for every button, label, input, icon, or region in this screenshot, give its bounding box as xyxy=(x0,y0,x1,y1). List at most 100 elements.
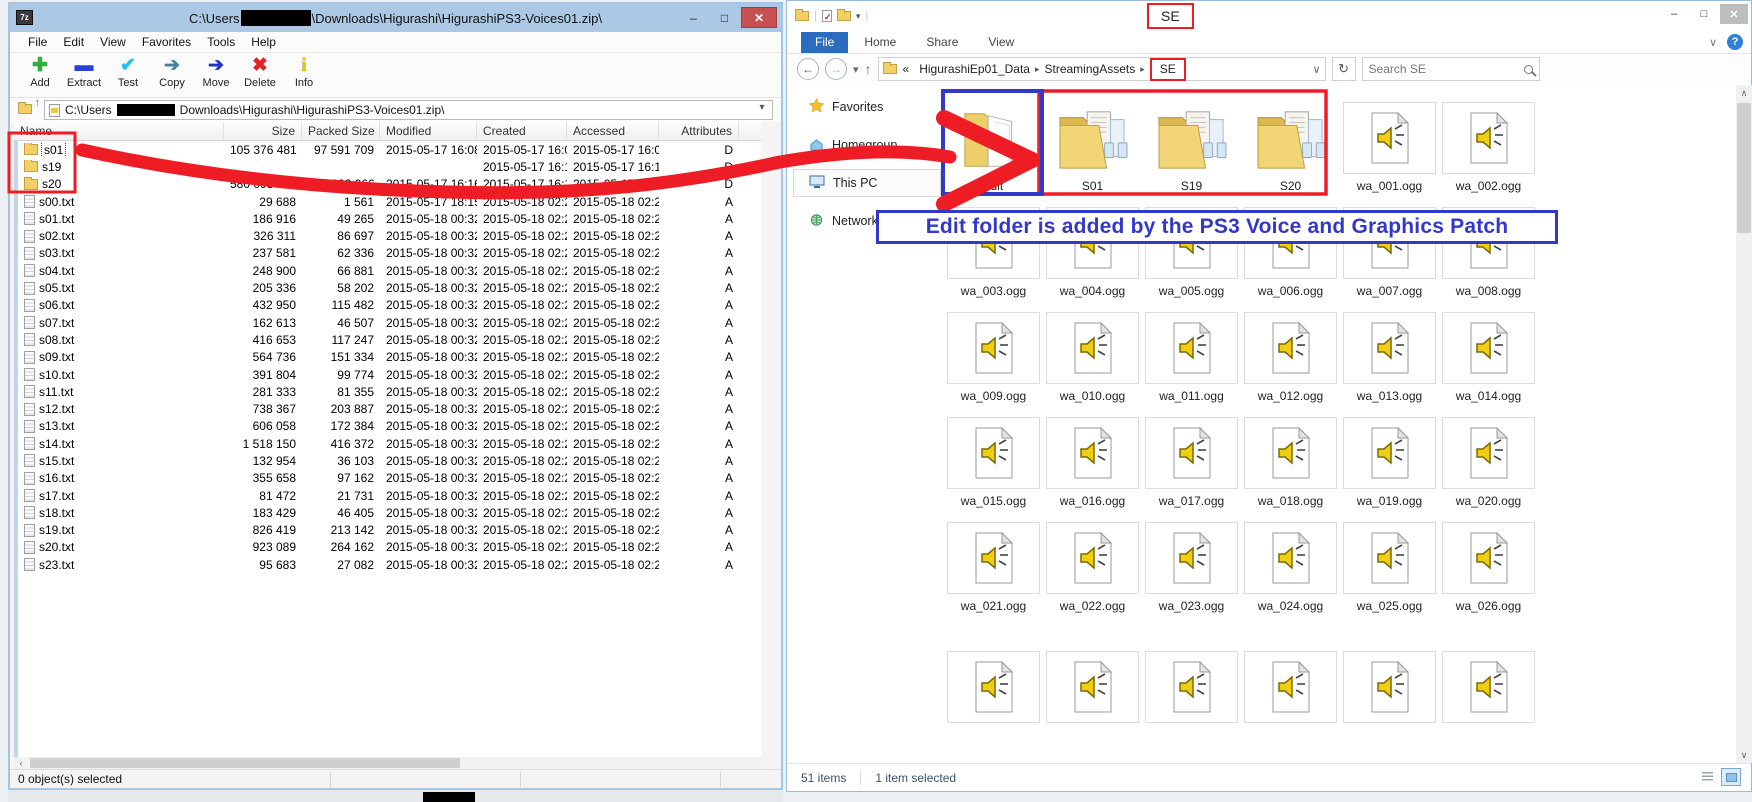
close-button[interactable]: ✕ xyxy=(1720,4,1748,24)
menu-item-help[interactable]: Help xyxy=(243,33,284,51)
table-row[interactable]: s09.txt564 736151 3342015-05-18 00:32201… xyxy=(18,349,761,366)
table-row[interactable]: s01105 376 48197 591 7092015-05-17 16:08… xyxy=(18,141,761,158)
recent-locations-icon[interactable]: ▾ xyxy=(853,63,859,76)
file-tile[interactable] xyxy=(1342,641,1437,723)
maximize-button[interactable]: □ xyxy=(1690,4,1718,24)
table-row[interactable]: s20580 093 725543 383 9662015-05-17 16:1… xyxy=(18,176,761,193)
sidebar-item-homegroup[interactable]: Homegroup xyxy=(809,135,897,155)
minimize-button[interactable]: – xyxy=(679,7,708,28)
table-row[interactable]: s23.txt95 68327 0822015-05-18 00:322015-… xyxy=(18,556,761,573)
minimize-button[interactable]: – xyxy=(1660,4,1688,24)
file-tile[interactable] xyxy=(946,641,1041,723)
details-view-button[interactable] xyxy=(1697,768,1717,786)
column-header-size[interactable]: Size xyxy=(224,122,302,140)
table-row[interactable]: s06.txt432 950115 4822015-05-18 00:32201… xyxy=(18,297,761,314)
table-row[interactable]: s10.txt391 80499 7742015-05-18 00:322015… xyxy=(18,366,761,383)
help-icon[interactable]: ? xyxy=(1727,34,1743,50)
back-button[interactable]: ← xyxy=(797,58,819,80)
info-button[interactable]: iInfo xyxy=(282,55,326,89)
table-row[interactable]: s00.txt29 6881 5612015-05-17 18:152015-0… xyxy=(18,193,761,210)
properties-icon[interactable] xyxy=(822,10,832,22)
breadcrumb-overflow[interactable]: « xyxy=(901,61,912,77)
column-header-accessed[interactable]: Accessed xyxy=(567,122,659,140)
file-tile[interactable]: wa_018.ogg xyxy=(1243,407,1338,508)
scrollbar-thumb[interactable] xyxy=(1737,103,1751,233)
file-tile[interactable]: wa_022.ogg xyxy=(1045,512,1140,613)
file-tile[interactable] xyxy=(1045,641,1140,723)
file-tile[interactable]: wa_002.ogg xyxy=(1441,92,1536,193)
table-row[interactable]: s11.txt281 33381 3552015-05-18 00:322015… xyxy=(18,383,761,400)
file-tile[interactable]: wa_014.ogg xyxy=(1441,302,1536,403)
file-tile[interactable]: wa_015.ogg xyxy=(946,407,1041,508)
table-row[interactable]: s05.txt205 33658 2022015-05-18 00:322015… xyxy=(18,279,761,296)
sidebar-item-favorites[interactable]: Favorites xyxy=(809,97,883,117)
customize-qat-icon[interactable]: ▾ xyxy=(856,11,861,22)
scroll-down-arrow[interactable]: ∨ xyxy=(1736,747,1752,763)
column-header-attributes[interactable]: Attributes xyxy=(659,122,739,140)
forward-button[interactable]: → xyxy=(825,58,847,80)
file-tile[interactable]: wa_020.ogg xyxy=(1441,407,1536,508)
menu-item-favorites[interactable]: Favorites xyxy=(134,33,199,51)
sidebar-item-network[interactable]: Network xyxy=(809,211,878,231)
file-tile[interactable] xyxy=(1441,641,1536,723)
folder-up-button[interactable]: ↑ xyxy=(18,101,38,119)
breadcrumb[interactable]: «HigurashiEp01_Data▸StreamingAssets▸SE ∨ xyxy=(878,57,1326,81)
file-tile[interactable]: wa_024.ogg xyxy=(1243,512,1338,613)
table-row[interactable]: s192015-05-17 16:142015-05-17 16:15D xyxy=(18,158,761,175)
file-tile[interactable]: wa_025.ogg xyxy=(1342,512,1437,613)
copy-button[interactable]: ➔Copy xyxy=(150,55,194,89)
table-row[interactable]: s20.txt923 089264 1622015-05-18 00:32201… xyxy=(18,539,761,556)
file-tile[interactable] xyxy=(1144,641,1239,723)
file-tile[interactable]: wa_010.ogg xyxy=(1045,302,1140,403)
column-header-packed-size[interactable]: Packed Size xyxy=(302,122,380,140)
folder-tile[interactable]: edit xyxy=(946,92,1041,193)
large-icons-view-button[interactable] xyxy=(1721,768,1741,786)
vertical-scrollbar[interactable]: ∧ ∨ xyxy=(1736,85,1752,763)
address-dropdown-icon[interactable]: ∨ xyxy=(1312,63,1320,76)
extract-button[interactable]: ▬Extract xyxy=(62,55,106,89)
file-tile[interactable]: wa_009.ogg xyxy=(946,302,1041,403)
menu-item-tools[interactable]: Tools xyxy=(199,33,243,51)
file-tile[interactable]: wa_023.ogg xyxy=(1144,512,1239,613)
sidebar-item-this-pc[interactable]: This PC xyxy=(809,173,877,193)
file-tile[interactable]: wa_013.ogg xyxy=(1342,302,1437,403)
table-row[interactable]: s07.txt162 61346 5072015-05-18 00:322015… xyxy=(18,314,761,331)
column-header-created[interactable]: Created xyxy=(477,122,567,140)
breadcrumb-item-streamingassets[interactable]: StreamingAssets xyxy=(1043,61,1138,77)
table-row[interactable]: s16.txt355 65897 1622015-05-18 00:322015… xyxy=(18,470,761,487)
table-row[interactable]: s13.txt606 058172 3842015-05-18 00:32201… xyxy=(18,418,761,435)
maximize-button[interactable]: □ xyxy=(710,7,739,28)
new-folder-icon[interactable] xyxy=(837,11,851,21)
address-combobox[interactable]: C:\Users Downloads\Higurashi\HigurashiPS… xyxy=(44,100,773,120)
table-row[interactable]: s04.txt248 90066 8812015-05-18 00:322015… xyxy=(18,262,761,279)
test-button[interactable]: ✔Test xyxy=(106,55,150,89)
file-tile[interactable] xyxy=(1243,641,1338,723)
tab-file[interactable]: File xyxy=(801,32,848,53)
folder-tile[interactable]: S20 xyxy=(1243,92,1338,193)
table-row[interactable]: s14.txt1 518 150416 3722015-05-18 00:322… xyxy=(18,435,761,452)
breadcrumb-item-higurashiep01_data[interactable]: HigurashiEp01_Data xyxy=(917,61,1032,77)
file-tile[interactable]: wa_026.ogg xyxy=(1441,512,1536,613)
search-input[interactable] xyxy=(1369,62,1524,76)
close-button[interactable]: ✕ xyxy=(741,7,777,28)
table-row[interactable]: s08.txt416 653117 2472015-05-18 00:32201… xyxy=(18,331,761,348)
table-row[interactable]: s01.txt186 91649 2652015-05-18 00:322015… xyxy=(18,210,761,227)
table-row[interactable]: s17.txt81 47221 7312015-05-18 00:322015-… xyxy=(18,487,761,504)
folder-tile[interactable]: S19 xyxy=(1144,92,1239,193)
file-tile[interactable]: wa_019.ogg xyxy=(1342,407,1437,508)
tab-view[interactable]: View xyxy=(974,32,1028,53)
file-tile[interactable]: wa_017.ogg xyxy=(1144,407,1239,508)
expand-ribbon-icon[interactable]: ∨ xyxy=(1709,36,1717,49)
move-button[interactable]: ➔Move xyxy=(194,55,238,89)
horizontal-scrollbar[interactable]: ‹ xyxy=(14,757,761,769)
tab-home[interactable]: Home xyxy=(850,32,910,53)
menu-item-edit[interactable]: Edit xyxy=(55,33,92,51)
folder-tile[interactable]: S01 xyxy=(1045,92,1140,193)
table-row[interactable]: s15.txt132 95436 1032015-05-18 00:322015… xyxy=(18,452,761,469)
table-row[interactable]: s18.txt183 42946 4052015-05-18 00:322015… xyxy=(18,504,761,521)
scroll-up-arrow[interactable]: ∧ xyxy=(1736,85,1752,101)
scroll-left-arrow[interactable]: ‹ xyxy=(14,757,28,769)
table-row[interactable]: s02.txt326 31186 6972015-05-18 00:322015… xyxy=(18,227,761,244)
table-row[interactable]: s12.txt738 367203 8872015-05-18 00:32201… xyxy=(18,400,761,417)
column-header-name[interactable]: Name xyxy=(14,122,224,140)
